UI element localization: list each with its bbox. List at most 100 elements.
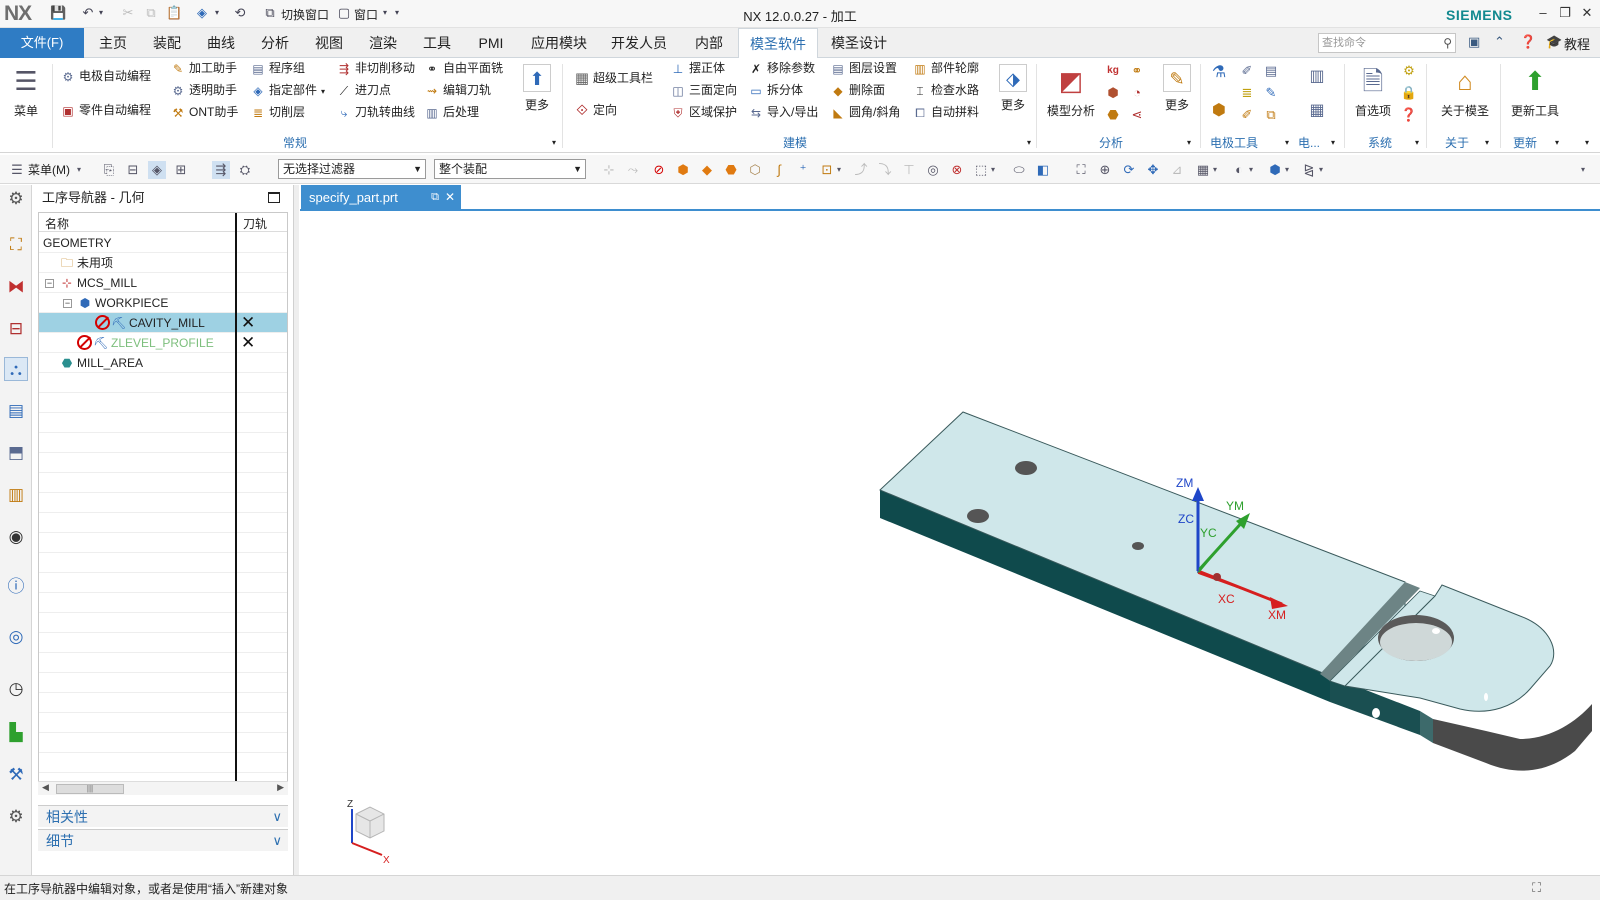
search-icon[interactable]: ⚲ xyxy=(1443,34,1452,52)
generate-toolpath-icon[interactable]: ⇶ xyxy=(212,161,230,179)
compare-icon[interactable]: ⋖ xyxy=(1128,106,1146,124)
tab-developer[interactable]: 开发人员 xyxy=(604,28,674,58)
box-select-dropdown-icon[interactable]: ▾ xyxy=(988,161,998,179)
fullscreen-icon[interactable]: ⛶ xyxy=(1532,880,1541,896)
restore-icon[interactable]: ❐ xyxy=(1554,3,1576,23)
group-update-dropdown-icon[interactable]: ▾ xyxy=(1548,134,1566,152)
auto-stitch-button[interactable]: ⧠ 自动拼料 xyxy=(912,102,979,122)
super-toolbar-button[interactable]: ▦ 超级工具栏 xyxy=(574,68,653,88)
verify-toolpath-icon[interactable]: ⛭ xyxy=(236,161,254,179)
feature-select-icon[interactable]: ⬡ xyxy=(746,161,764,179)
snap-point-icon[interactable]: ⤳ xyxy=(624,161,642,179)
close-tab-icon[interactable]: ✕ xyxy=(445,185,455,210)
g2-more-button[interactable]: ⬗ 更多 xyxy=(994,64,1032,113)
machining-method-icon[interactable]: ⊞ xyxy=(172,161,190,179)
solid-select-icon[interactable]: ⬣ xyxy=(722,161,740,179)
assembly-scope-select[interactable]: 整个装配 ▼ xyxy=(434,159,586,179)
machining-helper-button[interactable]: ✎ 加工助手 xyxy=(170,58,237,78)
part-3d-view[interactable]: ZM ZC YM YC XC XM Z X xyxy=(300,211,1600,875)
ont-helper-button[interactable]: ⚒ ONT助手 xyxy=(170,102,239,122)
assembly-navigator-icon[interactable]: ⛶ xyxy=(4,233,28,257)
update-tools-button[interactable]: ⬆ 更新工具 xyxy=(1504,64,1566,119)
part-navigator-icon[interactable]: ⊟ xyxy=(4,317,28,341)
undo-dropdown-icon[interactable]: ▾ xyxy=(96,5,106,21)
tree-row-workpiece[interactable]: − ⬢ WORKPIECE xyxy=(39,293,287,313)
tab-curve[interactable]: 曲线 xyxy=(196,28,246,58)
tutorial-label[interactable]: 教程 xyxy=(1564,34,1590,53)
g3-more-button[interactable]: ✎ 更多 xyxy=(1158,64,1196,113)
group-analysis-dropdown-icon[interactable]: ▾ xyxy=(1180,134,1198,152)
g1-more-button[interactable]: ⬆ 更多 xyxy=(518,64,556,113)
tab-render[interactable]: 渲染 xyxy=(358,28,408,58)
system-settings-icon[interactable]: ⚙ xyxy=(1400,62,1418,80)
command-search-input[interactable]: 查找命令 ⚲ xyxy=(1318,33,1456,53)
tab-internal[interactable]: 内部 xyxy=(684,28,734,58)
file-menu[interactable]: 文件(F) xyxy=(0,28,84,58)
point-select-icon[interactable]: ⁺ xyxy=(794,161,812,179)
toolbar-options-dropdown-icon[interactable]: ▾ xyxy=(1578,161,1588,179)
tab-application[interactable]: 应用模块 xyxy=(524,28,594,58)
mass-kg-icon[interactable]: kg xyxy=(1104,62,1122,80)
face-select-icon[interactable]: ◆ xyxy=(698,161,716,179)
fit-view-icon[interactable]: ⛶ xyxy=(1072,161,1090,179)
electrode-sketch-icon[interactable]: ✐ xyxy=(1238,62,1256,80)
ribbon-display-icon[interactable]: ▣ xyxy=(1468,34,1480,50)
pan-icon[interactable]: ✥ xyxy=(1144,161,1162,179)
perspective-icon[interactable]: ⊿ xyxy=(1168,161,1186,179)
lock-icon[interactable]: 🔒 xyxy=(1400,84,1418,102)
measure-icon[interactable]: ⚭ xyxy=(1128,62,1146,80)
group-electrode-dropdown-icon[interactable]: ▾ xyxy=(1278,134,1296,152)
electrode-auto-button[interactable]: ⚙ 电极自动编程 xyxy=(60,66,151,86)
tree-horizontal-scrollbar[interactable]: ◀ ||| ▶ xyxy=(38,781,288,795)
close-window-icon[interactable]: ✕ xyxy=(1576,3,1598,23)
column-divider[interactable] xyxy=(235,213,237,794)
toolpath-to-curve-button[interactable]: ⤷ 刀轨转曲线 xyxy=(336,102,415,122)
maximize-panel-icon[interactable] xyxy=(268,192,280,203)
ribbon-options-dropdown-icon[interactable]: ▾ xyxy=(1578,134,1596,152)
curve-select-icon[interactable]: ∫ xyxy=(770,161,788,179)
machine-tool-navigator-icon[interactable]: ▤ xyxy=(4,399,28,423)
tab-assembly[interactable]: 装配 xyxy=(142,28,192,58)
group-general-dropdown-icon[interactable]: ▾ xyxy=(545,134,563,152)
scroll-left-icon[interactable]: ◀ xyxy=(42,782,49,793)
tab-view[interactable]: 视图 xyxy=(304,28,354,58)
machining-feature-navigator-icon[interactable]: ⬒ xyxy=(4,441,28,465)
group-system-dropdown-icon[interactable]: ▾ xyxy=(1408,134,1426,152)
center-point-icon[interactable]: ⊗ xyxy=(948,161,966,179)
history-clock-icon[interactable]: ◷ xyxy=(4,677,28,701)
three-face-orient-button[interactable]: ◫ 三面定向 xyxy=(670,80,737,100)
electrode-block-icon[interactable]: ⬢ xyxy=(1210,102,1228,120)
cut-layer-button[interactable]: ≣ 切削层 xyxy=(250,102,305,122)
tutorial-icon[interactable]: 🎓 xyxy=(1546,34,1562,50)
electrode-table-icon[interactable]: ▦ xyxy=(1308,102,1326,120)
dependencies-section[interactable]: 相关性 ∨ xyxy=(38,805,288,827)
wireframe-icon[interactable]: ⬭ xyxy=(1010,161,1028,179)
group-about-dropdown-icon[interactable]: ▾ xyxy=(1478,134,1496,152)
column-header-name[interactable]: 名称 xyxy=(45,215,69,232)
group-electric-dropdown-icon[interactable]: ▾ xyxy=(1324,134,1342,152)
render-style-dropdown-icon[interactable]: ▾ xyxy=(1210,161,1220,179)
geometry-view-icon[interactable]: ◈ xyxy=(148,161,166,179)
palette-icon[interactable]: ▙ xyxy=(4,721,28,745)
tree-row-unused[interactable]: 🗀 未用项 xyxy=(39,253,287,273)
body-select-icon[interactable]: ⬢ xyxy=(674,161,692,179)
scroll-thumb[interactable]: ||| xyxy=(56,784,124,794)
remove-params-button[interactable]: ✗ 移除参数 xyxy=(748,58,815,78)
help-icon[interactable]: ❓ xyxy=(1520,34,1536,50)
electrode-list-icon[interactable]: ▤ xyxy=(1262,62,1280,80)
preferences-button[interactable]: 🗎 首选项 xyxy=(1348,64,1398,119)
switch-window-label[interactable]: 切换窗口 xyxy=(281,6,329,23)
create-tool-icon[interactable]: ⊟ xyxy=(124,161,142,179)
undock-icon[interactable]: ⧉ xyxy=(431,185,439,210)
collapse-icon[interactable]: − xyxy=(45,279,54,288)
selection-dropdown-icon[interactable]: ▾ xyxy=(212,5,222,21)
tab-mosheng-design[interactable]: 模圣设计 xyxy=(824,28,894,58)
orient-button[interactable]: ⟐ 定向 xyxy=(574,100,617,120)
check-waterway-button[interactable]: ⌶ 检查水路 xyxy=(912,80,979,100)
collapse-icon[interactable]: − xyxy=(63,299,72,308)
delete-face-button[interactable]: ◆ 删除面 xyxy=(830,80,885,100)
tab-home[interactable]: 主页 xyxy=(88,28,138,58)
details-section[interactable]: 细节 ∨ xyxy=(38,829,288,851)
graphics-window[interactable]: specify_part.prt ⧉ ✕ ZM ZC YM YC XC XM Z… xyxy=(300,185,1600,875)
operation-navigator-icon[interactable]: ⛬ xyxy=(4,357,28,381)
